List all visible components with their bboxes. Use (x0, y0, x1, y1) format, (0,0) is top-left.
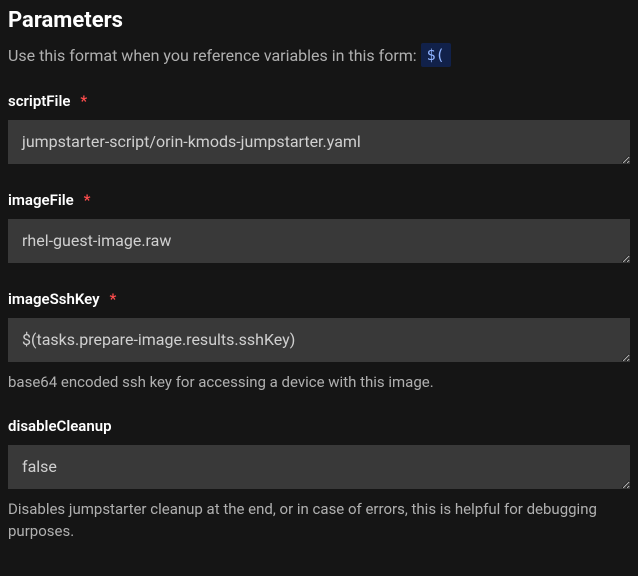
field-help-imageSshKey: base64 encoded ssh key for accessing a d… (8, 372, 630, 394)
variable-hint-row: Use this format when you reference varia… (8, 43, 630, 67)
scriptFile-input[interactable] (8, 120, 630, 164)
required-indicator-icon: * (84, 191, 91, 209)
imageFile-input[interactable] (8, 219, 630, 263)
required-indicator-icon: * (80, 92, 87, 110)
variable-hint-text: Use this format when you reference varia… (8, 46, 417, 65)
field-group-imageFile: imageFile * (8, 190, 630, 267)
variable-format-badge: $( (421, 43, 451, 67)
field-label-imageSshKey: imageSshKey (8, 290, 100, 308)
field-group-imageSshKey: imageSshKey * base64 encoded ssh key for… (8, 289, 630, 394)
field-group-scriptFile: scriptFile * (8, 91, 630, 168)
required-indicator-icon: * (110, 290, 117, 308)
section-title: Parameters (8, 8, 630, 33)
disableCleanup-input[interactable] (8, 445, 630, 489)
field-label-disableCleanup: disableCleanup (8, 417, 112, 435)
imageSshKey-input[interactable] (8, 318, 630, 362)
field-label-imageFile: imageFile (8, 191, 74, 209)
field-group-disableCleanup: disableCleanup Disables jumpstarter clea… (8, 416, 630, 543)
field-label-scriptFile: scriptFile (8, 92, 70, 110)
field-help-disableCleanup: Disables jumpstarter cleanup at the end,… (8, 499, 630, 543)
